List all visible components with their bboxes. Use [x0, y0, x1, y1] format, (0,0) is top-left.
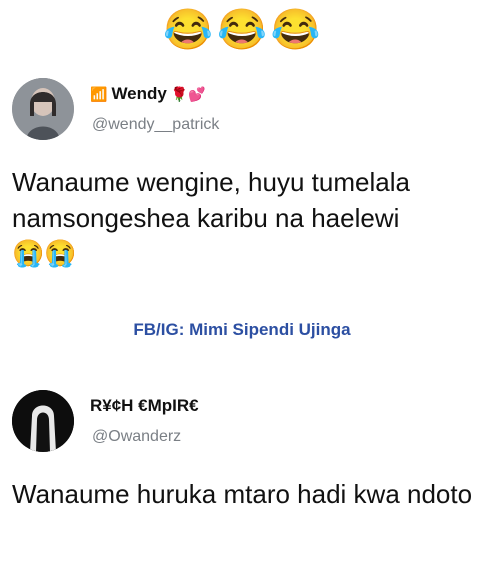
laughing-tears-icon: 😂	[217, 8, 267, 52]
user-handle[interactable]: @Owanderz	[92, 428, 181, 446]
tweet-text: Wanaume wengine, huyu tumelala namsonges…	[12, 167, 410, 233]
top-emoji-row: 😂 😂 😂	[0, 6, 484, 54]
signal-icon: 📶	[90, 85, 108, 102]
crying-icon: 😭😭	[12, 238, 77, 268]
rose-hearts-icon: 🌹💕	[170, 85, 206, 102]
watermark: FB/IG: Mimi Sipendi Ujinga	[133, 320, 351, 339]
avatar[interactable]	[12, 390, 74, 452]
tweet-text-block: Wanaume huruka mtaro hadi kwa ndoto	[12, 476, 474, 512]
user-handle[interactable]: @wendy__patrick	[92, 116, 219, 134]
display-name[interactable]: Wendy	[111, 84, 166, 104]
display-name-row: 📶 Wendy 🌹💕	[90, 84, 206, 104]
tweet-text-block: Wanaume wengine, huyu tumelala namsonges…	[12, 164, 474, 270]
avatar-image	[12, 390, 74, 452]
display-name-row: R¥¢H €MpIR€	[90, 396, 199, 416]
laughing-tears-icon: 😂	[270, 8, 321, 52]
display-name[interactable]: R¥¢H €MpIR€	[90, 396, 199, 416]
page: 😂 😂 😂 📶 Wendy 🌹💕 @wendy__patrick Wanaume…	[0, 0, 484, 566]
avatar-image	[12, 78, 74, 140]
laughing-tears-icon: 😂	[163, 8, 214, 52]
avatar[interactable]	[12, 78, 74, 140]
tweet-text: Wanaume huruka mtaro hadi kwa ndoto	[12, 479, 473, 509]
